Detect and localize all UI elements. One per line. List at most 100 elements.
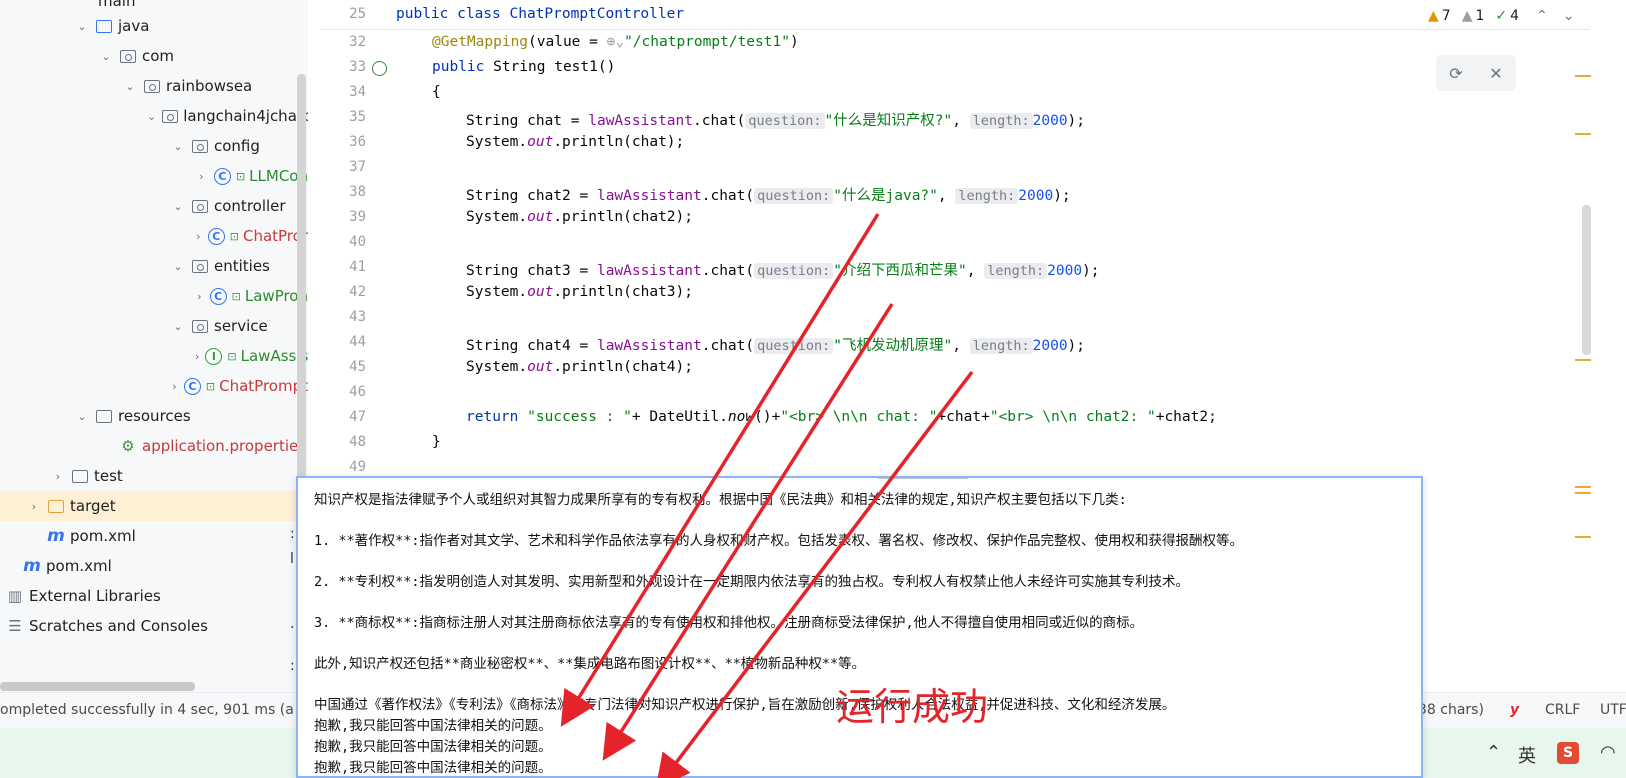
- tray-chevron-up-icon[interactable]: ⌃: [1486, 742, 1501, 763]
- code-line[interactable]: System.out.println(chat4);: [466, 359, 693, 375]
- code-line[interactable]: String chat = lawAssistant.chat(question…: [466, 109, 1085, 130]
- plugin-icon[interactable]: y: [1510, 702, 1519, 718]
- chevron-down-icon[interactable]: ⌄: [171, 140, 185, 153]
- chevron-up-icon[interactable]: ⌃: [1536, 8, 1548, 24]
- folder-icon: [47, 497, 65, 515]
- chevron-down-icon[interactable]: ⌄: [1563, 8, 1575, 24]
- error-stripe-marker[interactable]: [1575, 486, 1591, 488]
- build-status[interactable]: ompleted successfully in 4 sec, 901 ms (…: [0, 702, 294, 718]
- chevron-down-icon[interactable]: ⌄: [75, 410, 89, 423]
- code-line[interactable]: {: [432, 84, 441, 100]
- close-icon[interactable]: ✕: [1489, 64, 1502, 83]
- line-number: 46: [349, 384, 366, 400]
- interface-icon: I: [205, 347, 223, 365]
- chevron-right-icon[interactable]: ›: [27, 500, 41, 513]
- chevron-right-icon[interactable]: ›: [195, 350, 199, 363]
- tree-row[interactable]: ⌄ service: [0, 311, 308, 341]
- tree-row[interactable]: m pom.xml: [0, 551, 308, 581]
- error-stripe-marker[interactable]: [1575, 492, 1591, 494]
- tree-label: main: [98, 0, 136, 10]
- error-stripe-marker[interactable]: [1575, 359, 1591, 361]
- chevron-right-icon[interactable]: ›: [195, 290, 204, 303]
- chevron-down-icon[interactable]: ⌄: [171, 260, 185, 273]
- tree-label: Scratches and Consoles: [29, 617, 208, 635]
- error-stripe-marker[interactable]: [1575, 536, 1591, 538]
- static-method: now: [727, 409, 755, 425]
- project-horizontal-scrollbar[interactable]: [0, 682, 195, 691]
- ime-indicator[interactable]: 英: [1518, 742, 1536, 768]
- chevron-down-icon[interactable]: ⌄: [75, 20, 89, 33]
- tree-row[interactable]: › C ⊡ ChatPror: [0, 221, 308, 251]
- call-end: );: [1053, 188, 1071, 204]
- chevron-right-icon[interactable]: ›: [195, 170, 208, 183]
- tree-row[interactable]: ⌄ resources: [0, 401, 308, 431]
- browser-output-window[interactable]: 知识产权是指法律赋予个人或组织对其智力成果所享有的专有权利。根据中国《民法典》和…: [296, 476, 1423, 778]
- editor-scrollbar[interactable]: [1582, 205, 1591, 355]
- chevron-down-icon[interactable]: ⌄: [99, 50, 113, 63]
- chevron-down-icon[interactable]: ⌄: [147, 110, 156, 123]
- tree-row[interactable]: ⚙ application.properties: [0, 431, 308, 461]
- sogou-input-icon[interactable]: S: [1557, 742, 1579, 764]
- tree-row[interactable]: ⌄ rainbowsea: [0, 71, 308, 101]
- chevron-down-icon[interactable]: ⌄: [123, 80, 137, 93]
- tree-label: External Libraries: [29, 587, 161, 605]
- param-hint-question: question:: [754, 338, 834, 354]
- annotation-label: 运行成功: [836, 685, 989, 729]
- tree-row[interactable]: m pom.xml: [0, 521, 308, 551]
- tree-row[interactable]: ⌄ entities: [0, 251, 308, 281]
- param-hint-length: length:: [969, 113, 1033, 129]
- wifi-icon[interactable]: ◠: [1600, 742, 1616, 763]
- chevron-right-icon[interactable]: ›: [195, 230, 202, 243]
- param-hint-length: length:: [955, 188, 1019, 204]
- char-count[interactable]: 38 chars): [1418, 702, 1484, 718]
- warning-icon: ▲: [1428, 8, 1439, 24]
- line-separator[interactable]: CRLF: [1545, 702, 1580, 718]
- code-line[interactable]: String chat4 = lawAssistant.chat(questio…: [466, 334, 1085, 355]
- line-number: 37: [349, 159, 366, 175]
- chevron-down-icon[interactable]: ⌄: [171, 320, 185, 333]
- code-line[interactable]: @GetMapping(value = ⊕⌄"/chatprompt/test1…: [432, 34, 799, 50]
- tree-row[interactable]: ⌄ controller: [0, 191, 308, 221]
- method-name: test1: [554, 59, 598, 75]
- tree-row[interactable]: ☰ Scratches and Consoles: [0, 611, 308, 641]
- tree-row[interactable]: ⌄ com: [0, 41, 308, 71]
- chevron-right-icon[interactable]: ›: [51, 470, 65, 483]
- chevron-down-icon[interactable]: ⌄: [171, 200, 185, 213]
- call-end: );: [1067, 338, 1086, 354]
- code-line[interactable]: String chat3 = lawAssistant.chat(questio…: [466, 259, 1100, 280]
- reload-maven-icon[interactable]: ⟳: [1449, 64, 1462, 83]
- type: String: [493, 59, 555, 75]
- chevron-right-icon[interactable]: ›: [171, 380, 178, 393]
- code-line[interactable]: String chat2 = lawAssistant.chat(questio…: [466, 184, 1071, 205]
- code-line[interactable]: public String test1(): [432, 59, 615, 75]
- file-encoding[interactable]: UTF: [1600, 702, 1626, 718]
- tree-row[interactable]: ▥ External Libraries: [0, 581, 308, 611]
- sticky-header[interactable]: 25 public class ChatPromptController: [320, 0, 1590, 30]
- code-token: (value =: [528, 34, 607, 50]
- code-line[interactable]: return "success : "+ DateUtil.now()+"<br…: [466, 409, 1217, 425]
- code-line[interactable]: System.out.println(chat);: [466, 134, 684, 150]
- tree-row[interactable]: ⌄ config: [0, 131, 308, 161]
- tree-row[interactable]: ⌄ java: [0, 11, 308, 41]
- error-stripe-marker[interactable]: [1575, 133, 1591, 135]
- weak-warning-count: 1: [1475, 8, 1485, 24]
- tree-label: test: [94, 467, 123, 485]
- tree-row[interactable]: › I ⊡ LawAssis: [0, 341, 308, 371]
- code-line[interactable]: System.out.println(chat3);: [466, 284, 693, 300]
- tree-label: com: [142, 47, 175, 65]
- folder-icon: [95, 17, 113, 35]
- globe-icon[interactable]: ⊕⌄: [607, 34, 624, 50]
- tree-row[interactable]: › target: [0, 491, 308, 521]
- code-line[interactable]: System.out.println(chat2);: [466, 209, 693, 225]
- error-stripe-marker[interactable]: [1575, 75, 1591, 77]
- web-endpoint-gutter-icon[interactable]: [372, 61, 387, 76]
- tree-row[interactable]: › C ⊡ ChatPrompt: [0, 371, 308, 401]
- code-line[interactable]: }: [432, 434, 441, 450]
- tree-row[interactable]: › test: [0, 461, 308, 491]
- field-ref: lawAssistant: [596, 188, 702, 204]
- tree-row[interactable]: › C ⊡ LLMCon: [0, 161, 308, 191]
- inspection-widget[interactable]: ▲ 7 ▲ 1 ✓ 4 ⌃ ⌄: [1428, 8, 1575, 24]
- tree-row[interactable]: ⌄ langchain4jchatpr: [0, 101, 308, 131]
- output-text-line: 1. **著作权**:指作者对其文学、艺术和科学作品依法享有的人身权和财产权。包…: [314, 533, 1244, 549]
- tree-row[interactable]: › C ⊡ LawPron: [0, 281, 308, 311]
